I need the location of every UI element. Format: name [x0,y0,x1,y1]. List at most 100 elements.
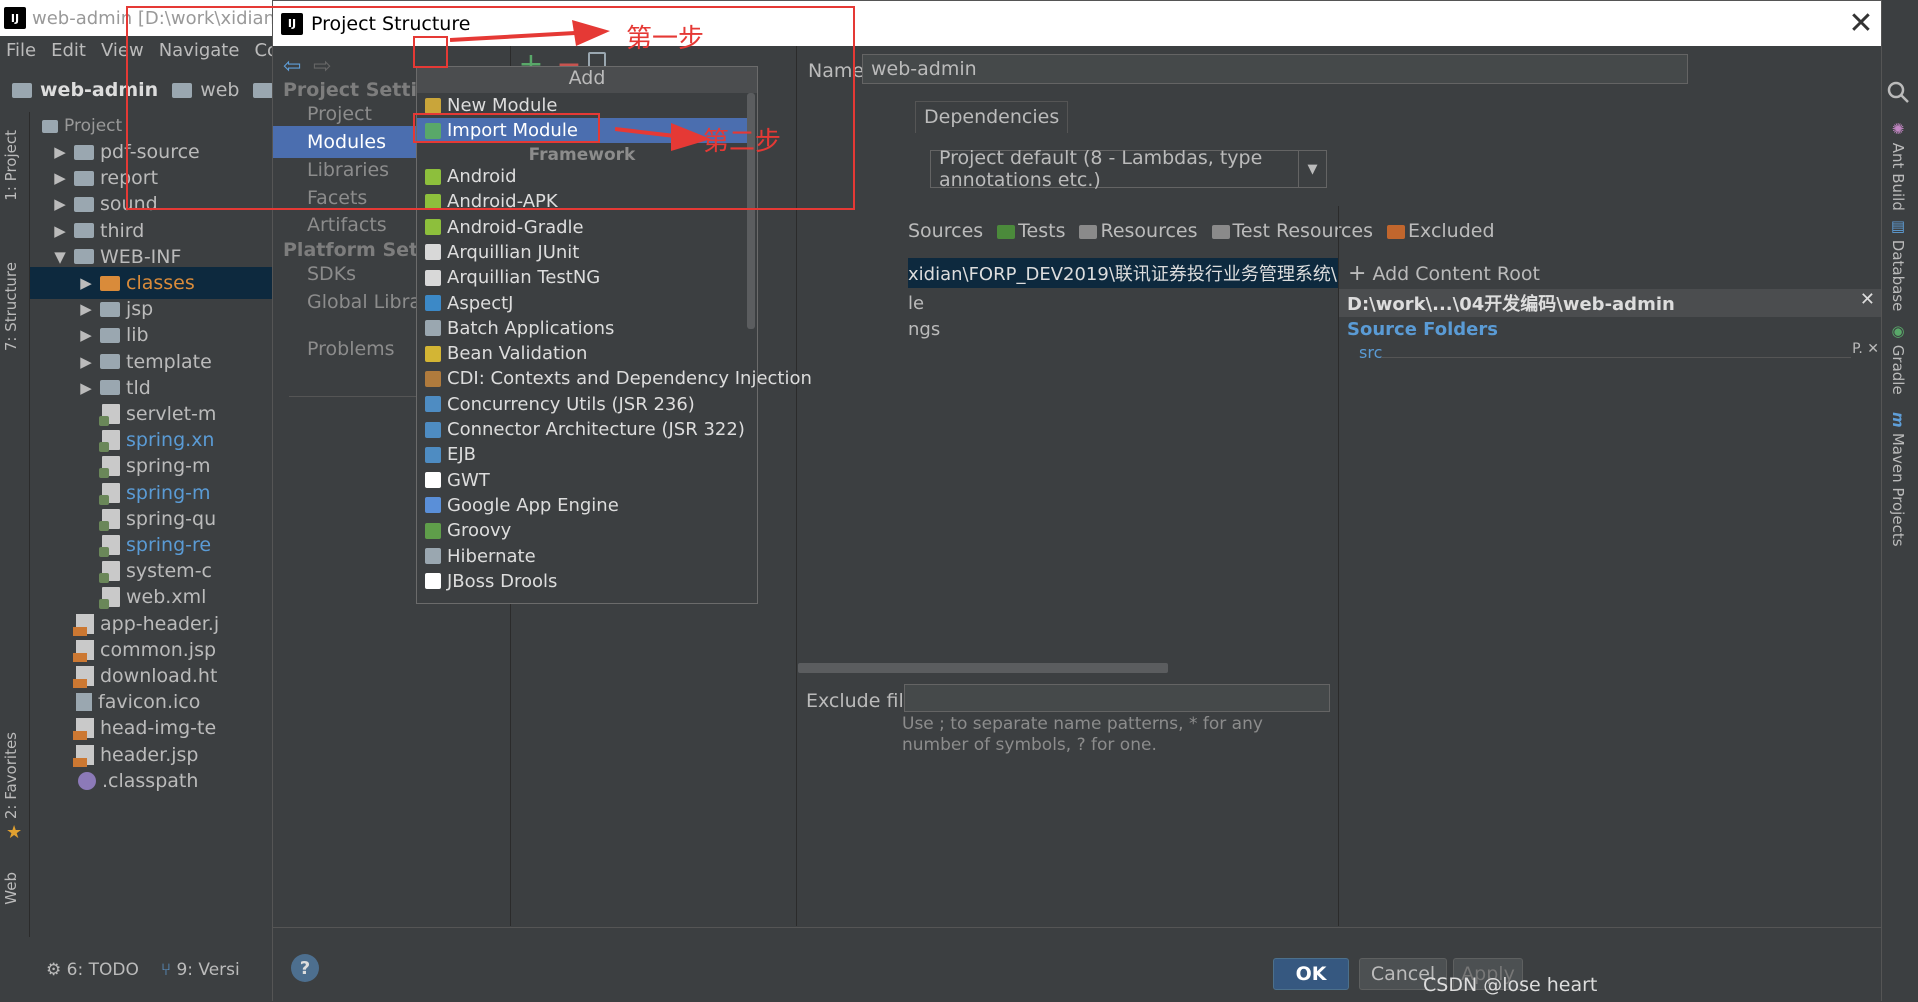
chevron-right-icon[interactable]: ▶ [72,274,100,292]
source-folder-underline [1381,357,1851,358]
language-level-select[interactable]: Project default (8 - Lambdas, type annot… [930,147,1327,191]
menu-item-framework[interactable]: Batch Applications [417,316,747,341]
tab-project-tool[interactable]: 1: Project [2,130,20,201]
tab-maven-projects[interactable]: m Maven Projects [1889,412,1907,547]
close-icon[interactable]: ✕ [1845,6,1877,41]
jsp-file-icon [73,718,94,741]
menu-item-framework[interactable]: Google App Engine [417,493,747,518]
bean-validation-icon [425,345,441,362]
menu-item-framework[interactable]: GWT [417,468,747,493]
tree-item-label: spring-re [126,534,212,556]
tree-item-label: download.ht [100,665,218,687]
menu-item-framework[interactable]: CDI: Contexts and Dependency Injection [417,366,812,391]
chevron-right-icon[interactable]: ▶ [72,353,100,371]
horizontal-scrollbar[interactable] [798,663,1168,673]
source-folder-name: src [1359,342,1383,362]
content-tree-row[interactable]: ngs [908,319,940,340]
tab-ant-build[interactable]: ✺ Ant Build [1889,120,1907,211]
batch-applications-icon [425,320,441,337]
source-kind-resources[interactable]: Resources [1079,220,1198,242]
menu-item-framework[interactable]: Android-Gradle [417,215,747,240]
tab-web-tool[interactable]: Web [2,872,20,905]
menu-edit[interactable]: Edit [51,40,86,61]
arquillian-testng-icon [425,269,441,286]
chevron-right-icon[interactable]: ▶ [72,300,100,318]
chevron-right-icon[interactable]: ▶ [46,143,74,161]
menu-item-framework[interactable]: Arquillian TestNG [417,265,747,290]
source-folder-actions[interactable]: P. ✕ [1852,341,1879,357]
menu-item-framework[interactable]: EJB [417,442,747,467]
jsp-file-icon [73,744,94,767]
tree-item-label: app-header.j [100,612,220,635]
menu-item-framework[interactable]: AspectJ [417,291,747,316]
tab-todo[interactable]: ⚙ 6: TODO [46,960,139,980]
source-kind-sources[interactable]: Sources [908,220,983,242]
content-root-header: D:\work\...\04开发编码\web-admin ✕ [1339,289,1881,317]
folder-icon [100,354,120,370]
remove-root-icon[interactable]: ✕ [1860,289,1875,310]
folder-icon [74,170,94,186]
cdi-contexts-and-dependency-injection-icon [425,370,441,387]
menu-item-framework[interactable]: Groovy [417,518,747,543]
tab-gradle[interactable]: ◉ Gradle [1889,322,1907,395]
module-name-input[interactable]: web-admin [862,54,1688,84]
tree-item-label: spring-m [126,481,211,504]
folder-icon [1387,224,1406,239]
ico-file-icon [76,693,92,712]
jsp-file-icon [73,613,94,636]
menu-item-framework[interactable]: JBoss Drools [417,569,747,594]
tree-item[interactable]: .classpath [30,765,272,797]
chevron-down-icon[interactable]: ▼ [1298,151,1326,187]
menu-item-framework[interactable]: Connector Architecture (JSR 322) [417,417,747,442]
source-kind-excluded[interactable]: Excluded [1387,220,1495,242]
folder-icon [12,82,32,98]
plus-icon: + [1348,261,1367,286]
menu-item-framework[interactable]: Concurrency Utils (JSR 236) [417,392,747,417]
source-kind-bar: Sources Tests Resources Test Resources Exclu… [908,220,1495,242]
content-tree-row[interactable]: le [908,293,924,314]
tab-database[interactable]: ▤ Database [1889,217,1907,311]
xml-file-icon [99,404,120,426]
tree-item-label: third [100,219,145,242]
tab-version-control[interactable]: ⑂ 9: Versi [161,960,240,980]
todo-icon: ⚙ [46,960,67,980]
xml-file-icon [99,482,120,505]
menu-item-framework[interactable]: Arquillian JUnit [417,240,747,265]
xml-file-icon [99,456,120,479]
menu-file[interactable]: File [6,40,36,61]
tab-structure-tool[interactable]: 7: Structure [2,262,20,351]
concurrency-utils-jsr-236-icon [425,396,441,413]
search-icon[interactable] [1886,80,1910,104]
remove-source-icon[interactable]: ✕ [1863,341,1879,357]
tree-item-label: system-c [126,560,212,583]
content-root-path-row[interactable]: xidian\FORP_DEV2019\联讯证券投行业务管理系统\003项目开发 [908,258,1338,288]
tab-favorites-tool[interactable]: 2: Favorites [2,732,20,819]
menu-item-framework[interactable]: Bean Validation [417,341,747,366]
folder-icon [74,196,94,212]
tree-item-label: head-img-te [100,717,217,740]
google-app-engine-icon [425,497,441,514]
annotation-arrow-2 [615,123,711,151]
chevron-right-icon[interactable]: ▶ [46,195,74,213]
add-content-root-button[interactable]: + Add Content Root [1348,261,1540,286]
tree-item-label: .classpath [102,769,199,792]
source-kind-test-resources[interactable]: Test Resources [1211,220,1373,242]
chevron-right-icon[interactable]: ▶ [46,222,74,240]
chevron-right-icon[interactable]: ▶ [72,379,100,397]
add-content-root-label: Add Content Root [1372,262,1540,285]
chevron-down-icon[interactable]: ▼ [46,248,74,266]
xml-file-icon [99,430,120,453]
tab-dependencies[interactable]: Dependencies [915,101,1069,133]
exclude-files-input[interactable] [904,684,1330,712]
chevron-right-icon[interactable]: ▶ [46,169,74,187]
help-button[interactable]: ? [291,954,319,982]
ok-button[interactable]: OK [1273,958,1349,990]
project-tree: ▶ pdf-source ▶ report ▶ sound ▶ third ▼ WEB-INF ▶ c… [30,140,272,937]
menu-item-framework[interactable]: Hibernate [417,544,747,569]
connector-architecture-jsr-322-icon [425,421,441,438]
chevron-right-icon[interactable]: ▶ [72,326,100,344]
ant-icon: ✺ [1889,120,1907,143]
source-folder-row[interactable]: src P. ✕ [1359,341,1879,362]
tree-item-label: spring-qu [126,507,217,530]
source-kind-tests[interactable]: Tests [997,220,1065,242]
